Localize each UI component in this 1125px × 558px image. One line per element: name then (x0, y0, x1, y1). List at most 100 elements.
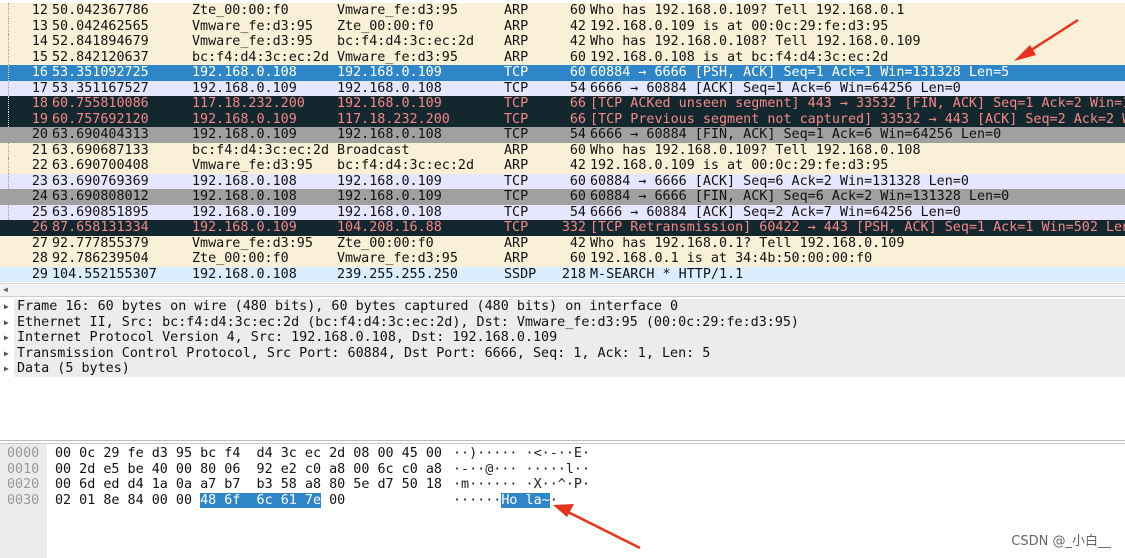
detail-tree-item[interactable]: ▶ Frame 16: 60 bytes on wire (480 bits), … (0, 299, 1125, 315)
packet-row[interactable]: 14 52.841894679 Vmware_fe:d3:95 bc:f4:d4:3c… (0, 34, 1125, 50)
packet-row[interactable]: 23 63.690769369 192.168.0.108 192.168.0.109… (0, 173, 1125, 189)
expand-triangle-icon[interactable]: ▶ (4, 315, 9, 331)
hex-bytes-selected[interactable]: 48 6f 6c 61 7e (200, 492, 322, 508)
hex-bytes[interactable]: 00 0c 29 fe d3 95 bc f4 d4 3c ec 2d 08 0… (55, 446, 442, 462)
packet-dst: 192.168.0.108 (337, 204, 442, 220)
hex-ascii[interactable]: ·-··@··· ·····l·· (453, 462, 590, 478)
packet-src: 192.168.0.108 (192, 266, 297, 282)
packet-row[interactable]: 22 63.690700408 Vmware_fe:d3:95 bc:f4:d4:3c… (0, 158, 1125, 174)
packet-src: bc:f4:d4:3c:ec:2d (192, 49, 330, 65)
expand-triangle-icon[interactable]: ▶ (4, 299, 9, 315)
packet-list-horizontal-scrollbar[interactable]: ◀ (0, 283, 1125, 297)
expand-triangle-icon[interactable]: ▶ (4, 330, 9, 346)
packet-time: 92.786239504 (52, 251, 149, 266)
ascii-selected[interactable]: Ho la~ (501, 492, 550, 508)
packet-row[interactable]: 28 92.786239504 Zte_00:00:f0 Vmware_fe:d3:9… (0, 251, 1125, 267)
hex-bytes[interactable]: 00 6d ed d4 1a 0a a7 b7 b3 58 a8 80 5e d… (55, 477, 442, 493)
hex-ascii[interactable]: ··)····· ·<·-··E· (453, 446, 590, 462)
packet-row[interactable]: 27 92.777855379 Vmware_fe:d3:95 Zte_00:00:f… (0, 235, 1125, 251)
packet-len: 60 (569, 49, 586, 65)
hex-bytes[interactable]: 02 01 8e 84 00 00 48 6f 6c 61 7e 00 (55, 492, 345, 509)
packet-list[interactable]: 12 50.042367786 Zte_00:00:f0 Vmware_fe:d3:9… (0, 0, 1125, 283)
ascii-plain: · (549, 492, 558, 508)
packet-src: 192.168.0.108 (192, 65, 297, 80)
packet-proto: ARP (504, 158, 529, 173)
packet-row[interactable]: 29 104.552155307 192.168.0.108 239.255.255.… (0, 266, 1125, 282)
packet-len: 54 (569, 80, 586, 96)
packet-time: 63.690851895 (52, 204, 149, 220)
packet-no: 28 (31, 251, 48, 266)
packet-dst: Vmware_fe:d3:95 (337, 49, 458, 65)
packet-src: Vmware_fe:d3:95 (192, 158, 313, 173)
scroll-left-icon[interactable]: ◀ (3, 284, 8, 296)
packet-dst: Vmware_fe:d3:95 (337, 251, 458, 266)
packet-row[interactable]: 17 53.351167527 192.168.0.109 192.168.0.108… (0, 80, 1125, 96)
hex-bytes[interactable]: 00 2d e5 be 40 00 80 06 92 e2 c0 a8 00 6… (55, 462, 442, 478)
packet-src: bc:f4:d4:3c:ec:2d (192, 142, 330, 158)
packet-row[interactable]: 12 50.042367786 Zte_00:00:f0 Vmware_fe:d3:9… (0, 3, 1125, 19)
packet-info: [TCP Retransmission] 60422 → 443 [PSH, A… (590, 220, 1125, 235)
packet-no: 19 (31, 111, 48, 127)
packet-len: 66 (569, 96, 586, 111)
packet-dst: 192.168.0.109 (337, 65, 442, 80)
packet-dst: 239.255.255.250 (337, 266, 458, 282)
packet-time: 63.690687133 (52, 142, 149, 158)
packet-len: 218 (561, 266, 586, 282)
packet-dst: 104.208.16.88 (337, 220, 442, 235)
packet-no: 21 (31, 142, 48, 158)
packet-time: 60.755810086 (52, 96, 149, 111)
packet-proto: ARP (504, 34, 529, 49)
packet-proto: SSDP (504, 266, 537, 282)
packet-info: 6666 → 60884 [ACK] Seq=1 Ack=6 Win=64256… (590, 80, 961, 96)
hex-row: 0020 00 6d ed d4 1a 0a a7 b7 b3 58 a8 80 … (0, 477, 1125, 493)
packet-len: 42 (569, 235, 586, 251)
packet-bytes-pane[interactable]: 0000 00 0c 29 fe d3 95 bc f4 d4 3c ec 2d … (0, 443, 1125, 558)
packet-details-pane[interactable]: ▶ Frame 16: 60 bytes on wire (480 bits), … (0, 297, 1125, 441)
packet-row[interactable]: 13 50.042462565 Vmware_fe:d3:95 Zte_00:00:f… (0, 18, 1125, 34)
packet-row[interactable]: 26 87.658131334 192.168.0.109 104.208.16.88… (0, 220, 1125, 236)
hex-offset: 0020 (7, 477, 40, 492)
packet-info: 6666 → 60884 [ACK] Seq=2 Ack=7 Win=64256… (590, 204, 961, 220)
packet-len: 60 (569, 65, 586, 80)
packet-time: 87.658131334 (52, 220, 149, 235)
detail-tree-item[interactable]: ▶ Internet Protocol Version 4, Src: 192.1… (0, 330, 1125, 346)
packet-row[interactable]: 19 60.757692120 192.168.0.109 117.18.232.20… (0, 111, 1125, 127)
packet-row[interactable]: 20 63.690404313 192.168.0.109 192.168.0.108… (0, 127, 1125, 143)
expand-triangle-icon[interactable]: ▶ (4, 361, 9, 377)
packet-proto: TCP (504, 127, 529, 142)
detail-tree-item[interactable]: ▶ Data (5 bytes) (0, 361, 1125, 377)
packet-proto: ARP (504, 251, 529, 266)
packet-time: 50.042462565 (52, 18, 149, 34)
packet-proto: TCP (504, 173, 529, 189)
packet-len: 42 (569, 18, 586, 34)
packet-info: M-SEARCH * HTTP/1.1 (590, 266, 744, 282)
packet-dst: 117.18.232.200 (337, 111, 450, 127)
packet-row[interactable]: 18 60.755810086 117.18.232.200 192.168.0.10… (0, 96, 1125, 112)
hex-ascii[interactable]: ·m······ ·X··^·P· (453, 477, 590, 493)
expand-triangle-icon[interactable]: ▶ (4, 346, 9, 362)
hex-row: 0030 02 01 8e 84 00 00 48 6f 6c 61 7e 00 ·… (0, 492, 1125, 509)
packet-row[interactable]: 24 63.690808012 192.168.0.108 192.168.0.109… (0, 189, 1125, 205)
packet-row[interactable]: 25 63.690851895 192.168.0.109 192.168.0.108… (0, 204, 1125, 220)
packet-row[interactable]: 21 63.690687133 bc:f4:d4:3c:ec:2d Broadcast… (0, 142, 1125, 158)
hex-ascii[interactable]: ······Ho la~· (453, 492, 558, 509)
packet-info: 192.168.0.109 is at 00:0c:29:fe:d3:95 (590, 158, 889, 173)
packet-time: 53.351167527 (52, 80, 149, 96)
packet-proto: ARP (504, 18, 529, 34)
packet-info: 60884 → 6666 [FIN, ACK] Seq=6 Ack=2 Win=… (590, 189, 1010, 204)
packet-no: 16 (31, 65, 48, 80)
packet-row[interactable]: 16 53.351092725 192.168.0.108 192.168.0.109… (0, 65, 1125, 81)
packet-info: [TCP ACKed unseen segment] 443 → 33532 [… (590, 96, 1125, 111)
packet-info: Who has 192.168.0.109? Tell 192.168.0.1 (590, 3, 905, 18)
detail-tree-item[interactable]: ▶ Ethernet II, Src: bc:f4:d4:3c:ec:2d (bc… (0, 314, 1125, 331)
packet-dst: bc:f4:d4:3c:ec:2d (337, 34, 475, 49)
packet-src: Zte_00:00:f0 (192, 251, 289, 266)
packet-time: 52.842120637 (52, 49, 149, 65)
packet-info: 6666 → 60884 [FIN, ACK] Seq=1 Ack=6 Win=… (590, 127, 1002, 142)
packet-row[interactable]: 15 52.842120637 bc:f4:d4:3c:ec:2d Vmware_fe… (0, 49, 1125, 65)
packet-no: 13 (31, 18, 48, 34)
detail-text: Data (5 bytes) (17, 361, 130, 377)
packet-dst: Zte_00:00:f0 (337, 235, 434, 251)
detail-tree-item[interactable]: ▶ Transmission Control Protocol, Src Port… (0, 345, 1125, 362)
ascii-plain: ······ (453, 492, 502, 508)
